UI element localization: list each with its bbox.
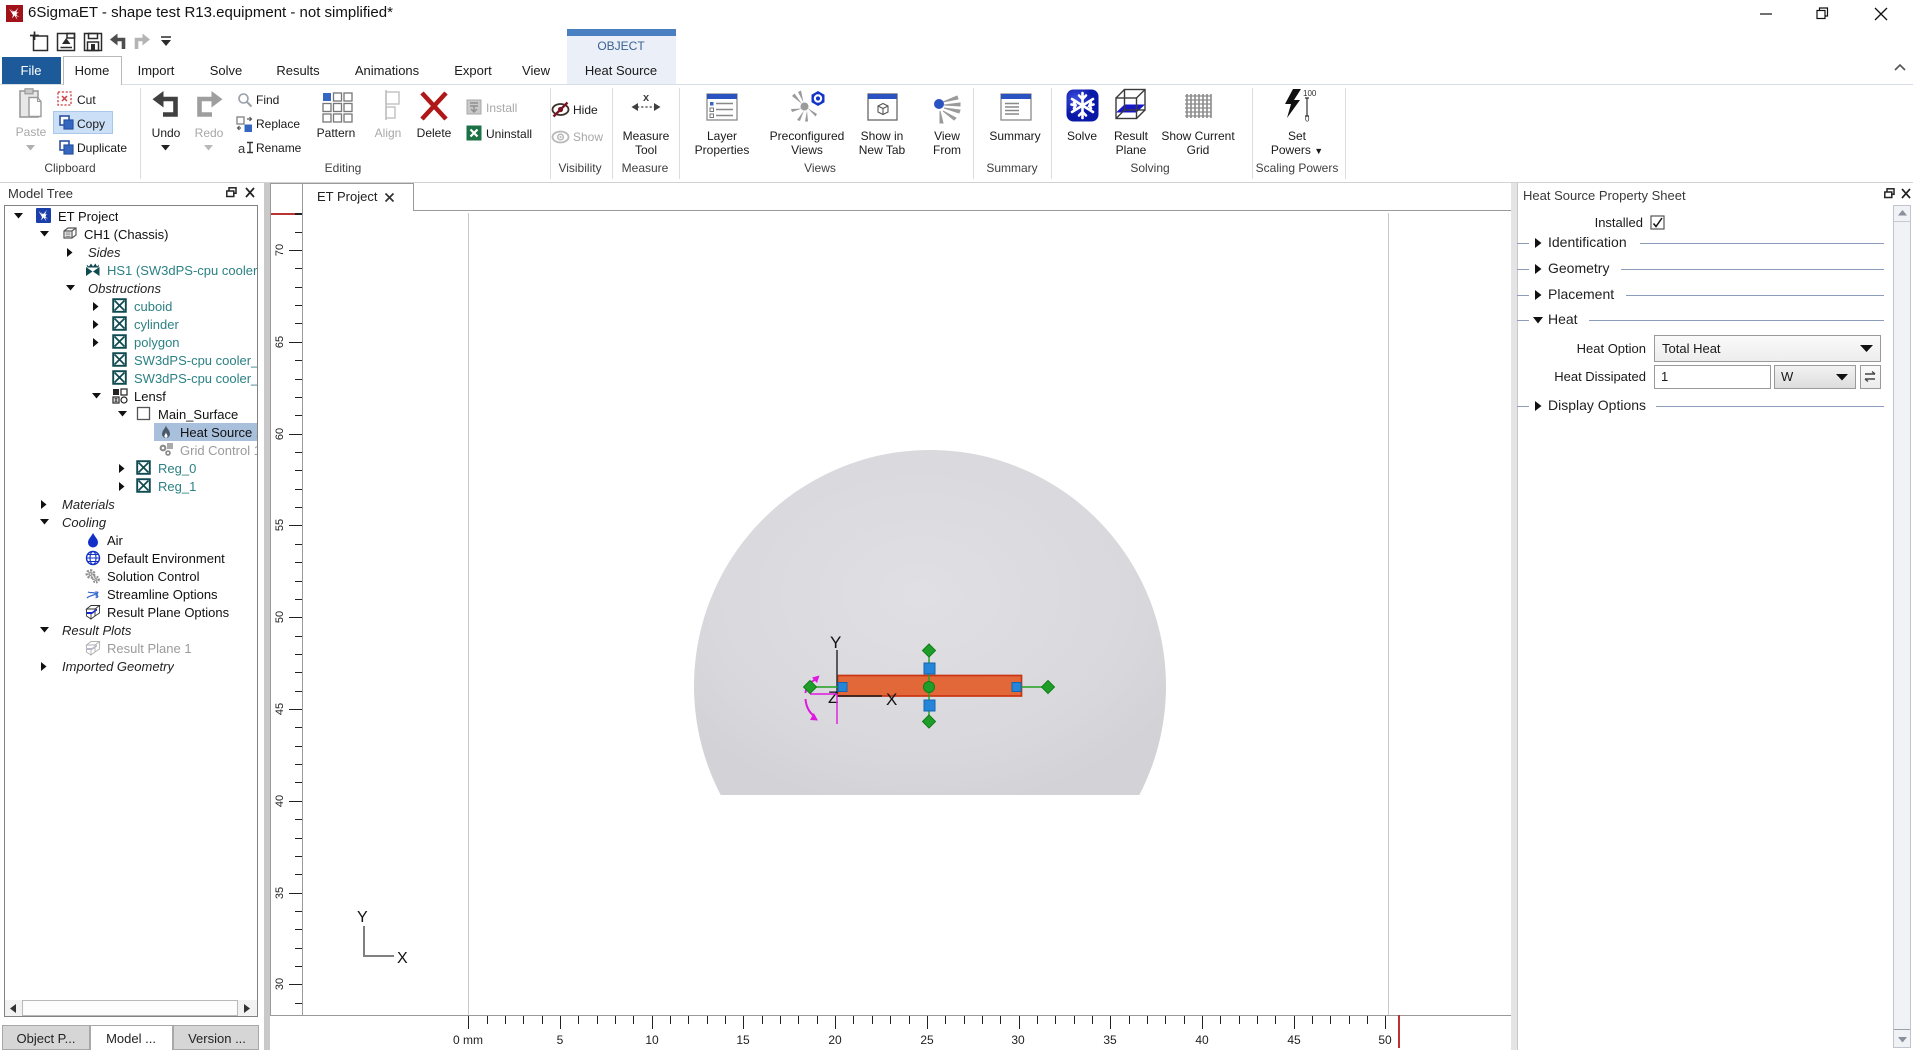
svg-text:X: X: [886, 690, 897, 709]
svg-text:Y: Y: [830, 633, 841, 652]
svg-text:X: X: [397, 950, 408, 967]
svg-text:Y: Y: [357, 909, 368, 926]
svg-text:100: 100: [1303, 89, 1317, 98]
svg-text:0: 0: [1305, 115, 1310, 124]
svg-text:x: x: [643, 92, 650, 104]
